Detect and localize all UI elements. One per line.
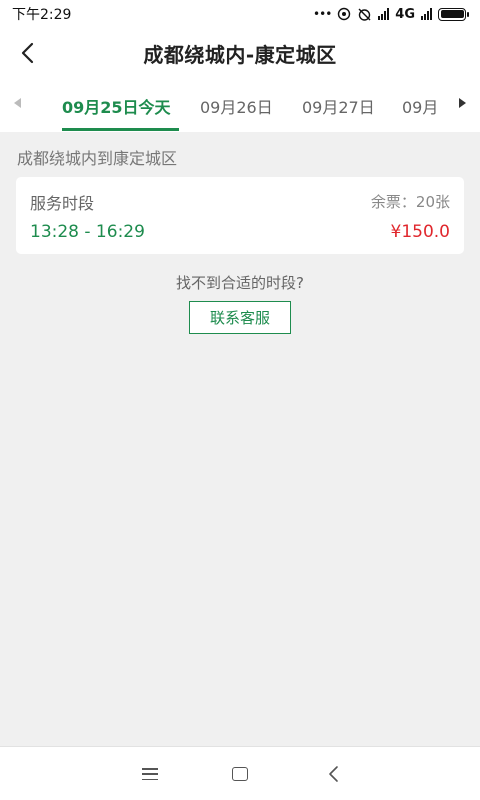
battery-icon bbox=[438, 7, 469, 21]
menu-icon[interactable] bbox=[142, 768, 158, 780]
page-title: 成都绕城内-康定城区 bbox=[143, 42, 337, 67]
tab-date-0926[interactable]: 09月26日 bbox=[200, 94, 273, 118]
service-time-range: 13:28 - 16:29 bbox=[30, 222, 145, 242]
home-icon[interactable] bbox=[232, 767, 248, 781]
not-found-text: 找不到合适的时段? bbox=[176, 274, 304, 292]
nav-back-icon[interactable] bbox=[326, 765, 342, 783]
route-label: 成都绕城内到康定城区 bbox=[17, 149, 178, 168]
signal-icon bbox=[378, 8, 390, 20]
service-title: 服务时段 bbox=[30, 194, 95, 213]
tab-date-0927[interactable]: 09月27日 bbox=[302, 94, 375, 118]
status-icons: ••• 4G bbox=[313, 6, 469, 22]
hotspot-icon bbox=[338, 7, 351, 21]
status-bar: 下午2:29 ••• 4G bbox=[0, 0, 480, 28]
next-date-icon[interactable] bbox=[459, 98, 466, 108]
prev-date-icon[interactable] bbox=[14, 98, 21, 108]
active-tab-indicator bbox=[62, 128, 179, 131]
tab-date-next[interactable]: 09月 bbox=[402, 94, 438, 118]
app-header: 成都绕城内-康定城区 bbox=[0, 28, 480, 78]
contact-service-button[interactable]: 联系客服 bbox=[189, 301, 291, 334]
status-time: 下午2:29 bbox=[12, 7, 72, 23]
service-price: ¥150.0 bbox=[390, 222, 450, 242]
system-nav-bar bbox=[0, 746, 480, 800]
tickets-remaining: 余票：20张 bbox=[370, 193, 450, 211]
service-card[interactable]: 服务时段 余票：20张 13:28 - 16:29 ¥150.0 bbox=[16, 177, 464, 254]
tab-date-0925[interactable]: 09月25日今天 bbox=[62, 94, 171, 118]
back-button[interactable] bbox=[10, 35, 46, 71]
date-tabs: 09月25日今天 09月26日 09月27日 09月 bbox=[0, 78, 480, 132]
signal-2-icon bbox=[421, 8, 432, 20]
back-arrow-icon bbox=[21, 42, 34, 64]
alarm-off-icon bbox=[358, 8, 371, 21]
more-dots-icon: ••• bbox=[313, 7, 332, 21]
network-type: 4G bbox=[395, 6, 415, 22]
